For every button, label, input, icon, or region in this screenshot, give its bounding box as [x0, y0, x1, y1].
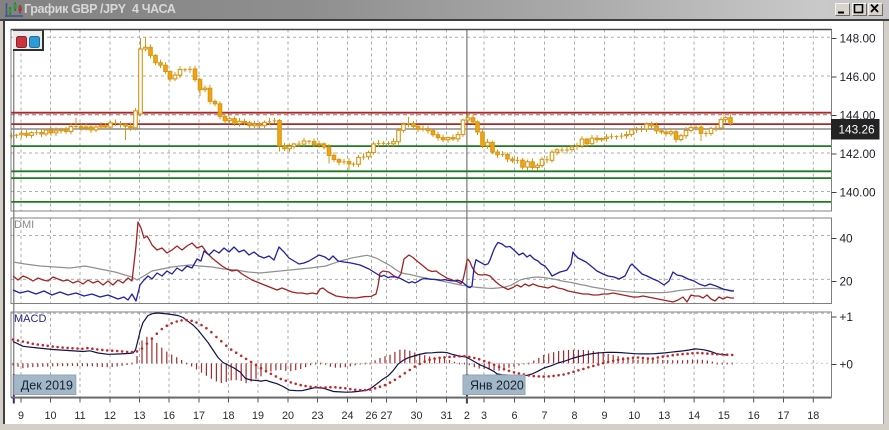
svg-text:19: 19: [252, 410, 264, 422]
svg-text:40: 40: [840, 232, 854, 246]
svg-text:30: 30: [410, 410, 422, 422]
svg-text:17: 17: [777, 410, 789, 422]
svg-text:12: 12: [104, 410, 116, 422]
svg-text:+0: +0: [840, 358, 854, 372]
svg-text:16: 16: [163, 410, 175, 422]
svg-text:143.26: 143.26: [839, 123, 876, 137]
svg-text:26: 26: [365, 410, 377, 422]
svg-text:23: 23: [311, 410, 323, 422]
svg-text:18: 18: [222, 410, 234, 422]
svg-text:14: 14: [688, 410, 700, 422]
svg-text:24: 24: [341, 410, 353, 422]
svg-text:9: 9: [18, 410, 24, 422]
svg-text:13: 13: [133, 410, 145, 422]
svg-text:6: 6: [511, 410, 517, 422]
svg-text:3: 3: [481, 410, 487, 422]
svg-text:10: 10: [44, 410, 56, 422]
svg-text:148.00: 148.00: [840, 32, 877, 46]
svg-text:13: 13: [658, 410, 670, 422]
svg-text:+1: +1: [840, 310, 853, 324]
svg-text:20: 20: [282, 410, 294, 422]
svg-text:11: 11: [74, 410, 85, 422]
svg-text:20: 20: [840, 275, 854, 289]
svg-text:16: 16: [748, 410, 760, 422]
svg-text:27: 27: [380, 410, 392, 422]
svg-text:2: 2: [464, 410, 470, 422]
svg-text:DMI: DMI: [14, 219, 34, 231]
svg-text:10: 10: [628, 410, 640, 422]
svg-text:17: 17: [193, 410, 205, 422]
svg-text:Дек 2019: Дек 2019: [21, 379, 73, 393]
svg-text:8: 8: [571, 410, 577, 422]
svg-text:142.00: 142.00: [840, 147, 877, 161]
svg-text:9: 9: [601, 410, 607, 422]
svg-text:7: 7: [541, 410, 547, 422]
svg-text:146.00: 146.00: [840, 70, 877, 84]
svg-text:Янв 2020: Янв 2020: [470, 379, 524, 393]
svg-text:18: 18: [807, 410, 819, 422]
svg-text:31: 31: [440, 410, 452, 422]
svg-text:MACD: MACD: [14, 313, 46, 325]
svg-text:15: 15: [718, 410, 730, 422]
svg-text:140.00: 140.00: [840, 186, 877, 200]
